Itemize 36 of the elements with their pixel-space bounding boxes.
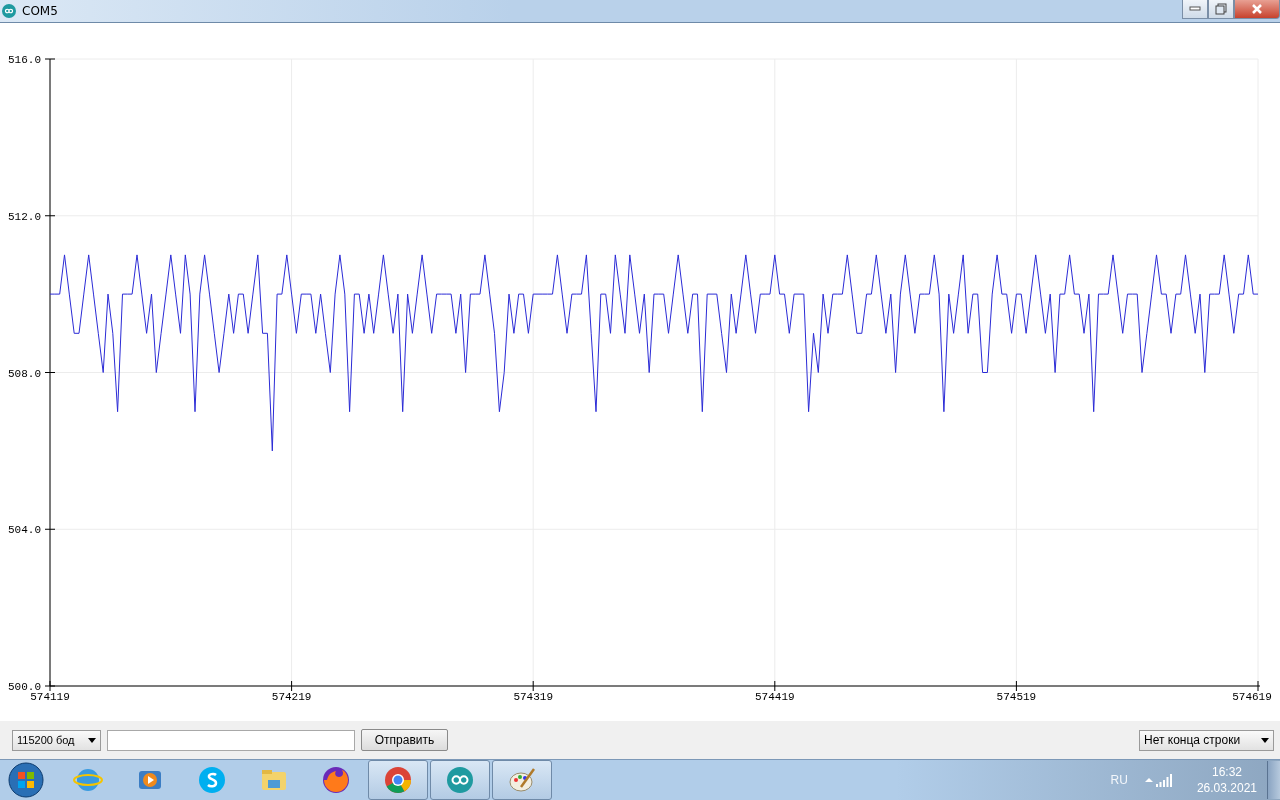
close-button[interactable] bbox=[1234, 0, 1280, 19]
y-tick-label: 516.0 bbox=[8, 54, 41, 66]
y-tick-label: 504.0 bbox=[8, 524, 41, 537]
y-tick-label: 508.0 bbox=[8, 367, 41, 380]
window-title: COM5 bbox=[22, 4, 58, 18]
fox-browser-icon bbox=[321, 765, 351, 795]
browser-icon bbox=[383, 765, 413, 795]
x-tick-label: 574419 bbox=[755, 691, 795, 703]
show-hidden-icons-icon[interactable] bbox=[1143, 777, 1154, 783]
line-ending-dropdown[interactable]: Нет конца строки bbox=[1139, 729, 1274, 751]
taskbar-app-button[interactable] bbox=[492, 760, 552, 800]
x-tick-label: 574319 bbox=[513, 691, 553, 703]
signal-icon[interactable] bbox=[1155, 773, 1173, 787]
taskbar-app-button[interactable] bbox=[430, 760, 490, 800]
chat-app-icon bbox=[197, 765, 227, 795]
taskbar-app-button[interactable] bbox=[368, 760, 428, 800]
show-desktop-button[interactable] bbox=[1267, 761, 1280, 799]
x-tick-label: 574519 bbox=[996, 691, 1037, 703]
caret-icon bbox=[88, 737, 96, 743]
minimize-button[interactable] bbox=[1182, 0, 1208, 19]
baud-rate-dropdown[interactable]: 115200 бод bbox=[12, 729, 101, 751]
infinity-app-icon bbox=[445, 765, 475, 795]
x-tick-label: 574219 bbox=[271, 691, 312, 703]
restore-button[interactable] bbox=[1208, 0, 1234, 19]
start-button[interactable] bbox=[8, 762, 44, 798]
send-input-field[interactable] bbox=[107, 729, 355, 751]
caret-icon bbox=[1261, 737, 1269, 743]
x-tick-label: 574119 bbox=[30, 691, 70, 703]
x-tick-label: 574619 bbox=[1232, 691, 1272, 703]
close-icon bbox=[1251, 4, 1263, 14]
minimize-icon bbox=[1189, 6, 1201, 12]
y-tick-label: 500.0 bbox=[8, 681, 41, 693]
infinity-app-icon bbox=[2, 4, 16, 18]
send-button[interactable]: Отправить bbox=[361, 729, 448, 751]
y-tick-label: 512.0 bbox=[8, 210, 41, 223]
restore-icon bbox=[1215, 3, 1227, 15]
